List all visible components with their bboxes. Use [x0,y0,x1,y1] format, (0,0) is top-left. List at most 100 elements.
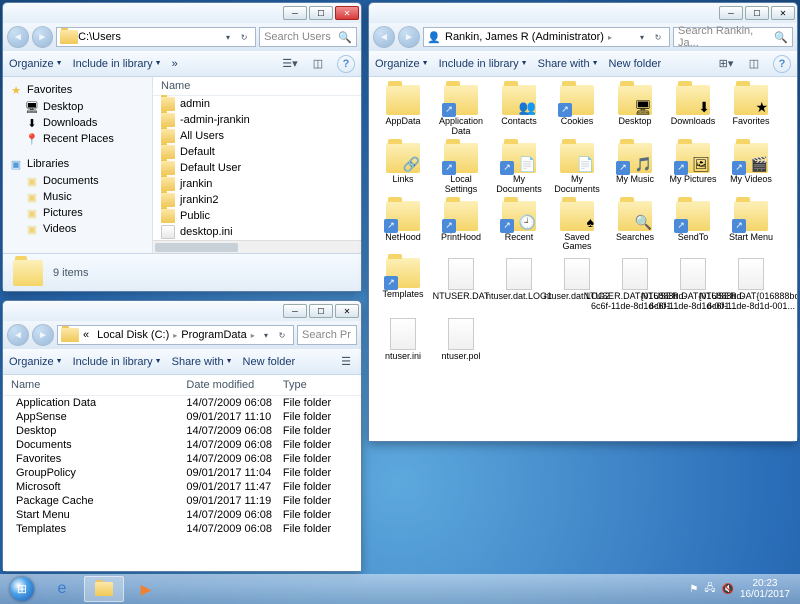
icon-item[interactable]: ↗Cookies [549,83,605,139]
tray-flag-icon[interactable]: ⚑ [689,584,698,595]
icon-item[interactable]: 🔍Searches [607,199,663,255]
address-bar[interactable]: 👤 Rankin, James R (Administrator)▸ ▾ ↻ [423,27,670,47]
column-date[interactable]: Date modified [186,379,282,391]
icon-item[interactable]: ↗Local Settings [433,141,489,197]
minimize-button[interactable]: ─ [283,6,307,20]
column-type[interactable]: Type [283,379,353,391]
organize-button[interactable]: Organize ▼ [375,58,429,70]
nav-item[interactable]: ▣Music [3,189,152,205]
forward-button[interactable]: ► [32,26,54,48]
organize-button[interactable]: Organize ▼ [9,356,63,368]
refresh-button[interactable]: ↻ [236,28,252,46]
libraries-header[interactable]: ▣Libraries [3,155,152,173]
favorites-header[interactable]: ★Favorites [3,81,152,99]
share-button[interactable]: Share with ▼ [172,356,233,368]
new-folder-button[interactable]: New folder [243,356,296,368]
back-button[interactable]: ◄ [373,26,395,48]
minimize-button[interactable]: ─ [283,304,307,318]
file-list[interactable]: Name admin-admin-jrankinAll UsersDefault… [153,77,361,253]
start-button[interactable] [4,576,40,602]
icon-item[interactable]: ↗🎵My Music [607,141,663,197]
icon-item[interactable]: ↗Templates [375,256,431,314]
breadcrumb[interactable]: Local Disk (C:) [93,329,173,341]
icon-item[interactable]: ♠Saved Games [549,199,605,255]
icon-item[interactable]: ↗📄My Documents [491,141,547,197]
more-button[interactable]: » [172,58,178,70]
table-row[interactable]: Desktop14/07/2009 06:08File folder [3,424,361,438]
icon-item[interactable]: ↗Start Menu [723,199,779,255]
tray-volume-icon[interactable]: 🔇 [721,584,733,595]
table-row[interactable]: Documents14/07/2009 06:08File folder [3,438,361,452]
forward-button[interactable]: ► [398,26,420,48]
list-item[interactable]: admin [153,96,361,112]
table-row[interactable]: Microsoft09/01/2017 11:47File folder [3,480,361,494]
icon-item[interactable]: 👥Contacts [491,83,547,139]
nav-item[interactable]: ▣Videos [3,221,152,237]
forward-button[interactable]: ► [32,324,54,346]
icon-item[interactable]: ↗PrintHood [433,199,489,255]
nav-item[interactable]: 🖥Desktop [3,99,152,115]
column-name[interactable]: Name [11,379,186,391]
titlebar[interactable]: ─ ☐ ✕ [3,301,361,321]
icon-item[interactable]: ★Favorites [723,83,779,139]
breadcrumb[interactable]: « [79,329,93,341]
preview-pane-button[interactable]: ◫ [745,55,763,73]
search-box[interactable]: Search Pr [297,325,357,345]
maximize-button[interactable]: ☐ [745,6,769,20]
view-button[interactable]: ☰▾ [281,55,299,73]
minimize-button[interactable]: ─ [719,6,743,20]
icon-item[interactable]: ↗Application Data [433,83,489,139]
taskbar-explorer[interactable] [84,576,124,602]
organize-button[interactable]: Organize ▼ [9,58,63,70]
clock[interactable]: 20:23 16/01/2017 [740,578,790,600]
nav-item[interactable]: ⬇Downloads [3,115,152,131]
breadcrumb[interactable]: ProgramData [177,329,250,341]
taskbar-wmp[interactable]: ▶ [126,576,166,602]
list-item[interactable]: All Users [153,128,361,144]
address-dropdown[interactable]: ▾ [220,28,236,46]
back-button[interactable]: ◄ [7,324,29,346]
nav-item[interactable]: 📍Recent Places [3,131,152,147]
preview-pane-button[interactable]: ◫ [309,55,327,73]
close-button[interactable]: ✕ [335,6,359,20]
icon-item[interactable]: ntuser.ini [375,316,431,364]
table-row[interactable]: AppSense09/01/2017 11:10File folder [3,410,361,424]
table-row[interactable]: Application Data14/07/2009 06:08File fol… [3,396,361,410]
file-list[interactable]: Name Date modified Type Application Data… [3,375,361,571]
icon-item[interactable]: NTUSER.DAT [433,256,489,314]
help-button[interactable]: ? [773,55,791,73]
icon-item[interactable]: AppData [375,83,431,139]
titlebar[interactable]: ─ ☐ ✕ [3,3,361,23]
icon-item[interactable]: ⬇Downloads [665,83,721,139]
list-item[interactable]: Public [153,208,361,224]
table-row[interactable]: Templates14/07/2009 06:08File folder [3,522,361,536]
breadcrumb[interactable]: Rankin, James R (Administrator) [441,31,608,43]
icon-item[interactable]: 🖥Desktop [607,83,663,139]
scrollbar-horizontal[interactable] [153,240,361,253]
icon-view[interactable]: AppData↗Application Data👥Contacts↗Cookie… [369,77,797,441]
table-row[interactable]: Package Cache09/01/2017 11:19File folder [3,494,361,508]
address-bar[interactable]: « Local Disk (C:)▸ ProgramData▸ ▾ ↻ [57,325,294,345]
table-row[interactable]: Favorites14/07/2009 06:08File folder [3,452,361,466]
icon-item[interactable]: 📄My Documents [549,141,605,197]
icon-item[interactable]: ↗NetHood [375,199,431,255]
address-bar[interactable]: ▾ ↻ [56,27,256,47]
list-item[interactable]: Default [153,144,361,160]
icon-item[interactable]: ↗SendTo [665,199,721,255]
view-button[interactable]: ⊞▾ [717,55,735,73]
refresh-button[interactable]: ↻ [274,326,290,344]
back-button[interactable]: ◄ [7,26,29,48]
icon-item[interactable]: ↗🖼My Pictures [665,141,721,197]
nav-item[interactable]: ▣Documents [3,173,152,189]
address-dropdown[interactable]: ▾ [634,28,650,46]
include-library-button[interactable]: Include in library ▼ [73,356,162,368]
nav-item[interactable]: ▣Pictures [3,205,152,221]
list-item[interactable]: desktop.ini [153,224,361,240]
icon-item[interactable]: ntuser.dat.LOG1 [491,256,547,314]
icon-item[interactable]: 🔗Links [375,141,431,197]
titlebar[interactable]: ─ ☐ ✕ [369,3,797,23]
list-item[interactable]: jrankin2 [153,192,361,208]
search-box[interactable]: Search Users🔍 [259,27,357,47]
include-library-button[interactable]: Include in library ▼ [73,58,162,70]
address-input[interactable] [78,31,220,43]
